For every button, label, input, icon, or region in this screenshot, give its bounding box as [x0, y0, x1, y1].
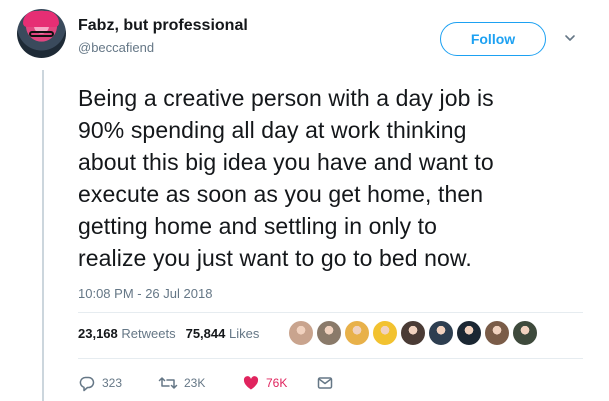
follow-button[interactable]: Follow	[440, 22, 546, 56]
retweets-label: Retweets	[121, 326, 176, 341]
envelope-icon	[317, 377, 333, 389]
liker-avatar[interactable]	[512, 320, 538, 346]
direct-message-button[interactable]	[316, 373, 334, 393]
liker-avatar[interactable]	[456, 320, 482, 346]
chevron-down-icon[interactable]	[562, 30, 578, 46]
liker-avatar[interactable]	[428, 320, 454, 346]
avatar-hair	[23, 11, 59, 27]
avatar-glasses	[29, 31, 54, 37]
avatar[interactable]	[17, 9, 66, 58]
likes-count: 75,844	[185, 326, 226, 341]
user-handle[interactable]: @beccafiend	[78, 40, 154, 55]
liker-avatar[interactable]	[372, 320, 398, 346]
liker-avatar[interactable]	[288, 320, 314, 346]
retweet-count: 23K	[184, 376, 206, 390]
like-button[interactable]: 76K	[242, 373, 287, 393]
retweets-stat[interactable]: 23,168 Retweets	[78, 326, 176, 341]
thread-line	[42, 70, 44, 401]
likes-label: Likes	[228, 326, 260, 341]
reply-icon	[79, 376, 95, 392]
liker-avatar[interactable]	[316, 320, 342, 346]
reply-button[interactable]: 323	[78, 373, 122, 393]
likes-stat[interactable]: 75,844 Likes	[186, 326, 260, 341]
heart-icon	[243, 376, 259, 390]
reply-count: 323	[102, 376, 123, 390]
display-name[interactable]: Fabz, but professional	[78, 17, 248, 35]
tweet-timestamp[interactable]: 10:08 PM - 26 Jul 2018	[78, 286, 212, 301]
retweet-button[interactable]: 23K	[158, 373, 205, 393]
divider	[78, 358, 583, 359]
divider	[78, 312, 583, 313]
liker-avatars[interactable]	[288, 320, 538, 348]
retweet-icon	[158, 377, 178, 389]
tweet-stats: 23,168 Retweets 75,844 Likes	[78, 326, 259, 341]
tweet-text: Being a creative person with a day job i…	[78, 85, 494, 271]
liker-avatar[interactable]	[484, 320, 510, 346]
retweets-count: 23,168	[78, 326, 118, 341]
like-count: 76K	[266, 376, 288, 390]
liker-avatar[interactable]	[344, 320, 370, 346]
liker-avatar[interactable]	[400, 320, 426, 346]
